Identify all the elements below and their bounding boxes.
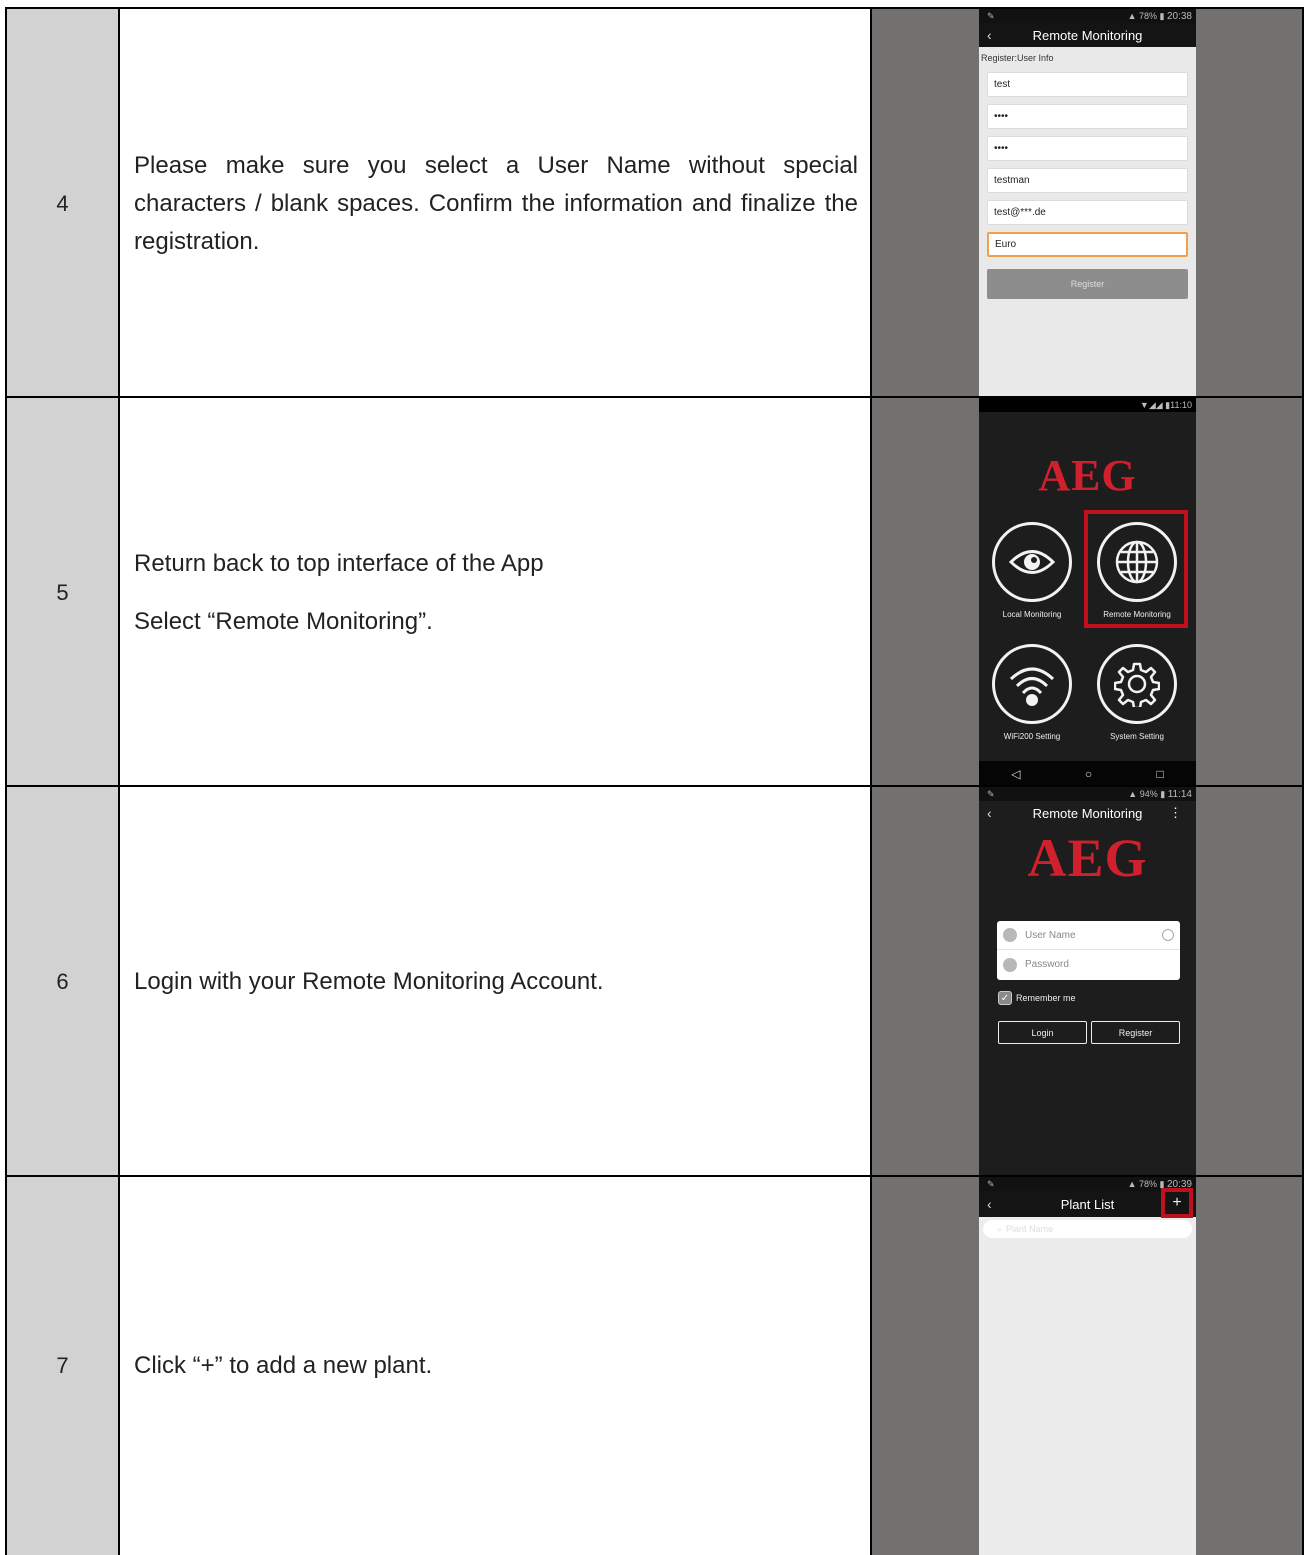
status-bar: ▼◢◢ ▮ 11:10 <box>979 398 1196 412</box>
checkmark-icon: ✓ <box>998 991 1012 1005</box>
app-title: Remote Monitoring <box>1032 805 1143 821</box>
add-plant-button[interactable]: + <box>1161 1188 1193 1218</box>
login-form: User Name Password <box>997 921 1180 980</box>
table-row: 5 Return back to top interface of the Ap… <box>5 396 1304 787</box>
tile-label: WiFi200 Setting <box>1003 732 1061 741</box>
phone-screenshot: ✎ ▲ 94% ▮ 11:14 ‹ Remote Monitoring ⋮ AE… <box>979 787 1196 1177</box>
username-field[interactable]: test <box>987 72 1188 97</box>
step-description: Click “+” to add a new plant. <box>120 1177 872 1555</box>
register-button[interactable]: Register <box>987 269 1188 299</box>
table-row: 7 Click “+” to add a new plant. ✎ ▲ 78% … <box>5 1175 1304 1555</box>
pencil-icon: ✎ <box>987 10 995 21</box>
remember-me-checkbox[interactable]: ✓ Remember me <box>998 991 1076 1005</box>
signal-icon: ▲ <box>1127 1178 1139 1189</box>
confirm-password-field[interactable]: •••• <box>987 136 1188 161</box>
screenshot-cell: ✎ ▲ 78% ▮ 20:39 ‹ Plant List + ⌕ Plant N… <box>872 1177 1304 1555</box>
search-icon: ⌕ <box>997 1223 1003 1234</box>
back-nav-icon[interactable]: ◁ <box>1011 767 1020 781</box>
screenshot-cell: ▼◢◢ ▮ 11:10 AEG Local Monitoring Remote … <box>872 398 1304 787</box>
app-bar: ‹ Remote Monitoring <box>979 23 1196 47</box>
remember-label: Remember me <box>1016 993 1076 1003</box>
phone-screenshot: ▼◢◢ ▮ 11:10 AEG Local Monitoring Remote … <box>979 398 1196 787</box>
aeg-logo: AEG <box>1027 828 1148 888</box>
gear-icon <box>1097 644 1177 724</box>
step-text: Please make sure you select a User Name … <box>134 151 858 255</box>
status-bar: ✎ ▲ 78% ▮ 20:38 <box>979 9 1196 23</box>
password-field[interactable]: •••• <box>987 104 1188 129</box>
step-description: Return back to top interface of the App … <box>120 398 872 787</box>
phone-screenshot: ✎ ▲ 78% ▮ 20:38 ‹ Remote Monitoring Regi… <box>979 9 1196 398</box>
battery-level: 78% <box>1138 10 1157 21</box>
name-field[interactable]: testman <box>987 168 1188 193</box>
aeg-logo: AEG <box>1038 451 1137 500</box>
status-time: 20:38 <box>1166 10 1192 22</box>
user-icon <box>1003 928 1017 942</box>
phone-screenshot: ✎ ▲ 78% ▮ 20:39 ‹ Plant List + ⌕ Plant N… <box>979 1177 1196 1555</box>
table-row: 4 Please make sure you select a User Nam… <box>5 7 1304 398</box>
wifi-icon <box>992 644 1072 724</box>
password-input[interactable]: Password <box>997 950 1180 979</box>
dropdown-icon[interactable] <box>1162 929 1174 941</box>
local-monitoring-tile[interactable]: Local Monitoring <box>987 522 1077 619</box>
table-row: 6 Login with your Remote Monitoring Acco… <box>5 785 1304 1177</box>
search-input[interactable]: ⌕ Plant Name <box>983 1220 1192 1238</box>
step-description: Login with your Remote Monitoring Accoun… <box>120 787 872 1177</box>
step-number: 5 <box>5 398 120 787</box>
currency-field[interactable]: Euro <box>987 232 1188 257</box>
app-bar: ‹ Remote Monitoring ⋮ <box>979 801 1196 825</box>
screenshot-cell: ✎ ▲ 78% ▮ 20:38 ‹ Remote Monitoring Regi… <box>872 9 1304 398</box>
status-time: 11:10 <box>1170 400 1192 410</box>
register-button[interactable]: Register <box>1091 1021 1180 1044</box>
more-icon[interactable]: ⋮ <box>1169 805 1182 821</box>
app-bar: ‹ Plant List + <box>979 1188 1196 1218</box>
tile-label: Local Monitoring <box>1002 610 1062 619</box>
step-text: Select “Remote Monitoring”. <box>134 607 433 635</box>
login-button[interactable]: Login <box>998 1021 1087 1044</box>
eye-icon <box>992 522 1072 602</box>
pencil-icon: ✎ <box>987 1178 995 1189</box>
highlight-box <box>1084 510 1188 628</box>
email-field[interactable]: test@***.de <box>987 200 1188 225</box>
lock-icon <box>1003 957 1017 972</box>
signal-icon: ▼◢◢ ▮ <box>1139 399 1171 410</box>
step-description: Please make sure you select a User Name … <box>120 9 872 398</box>
battery-level: 78% <box>1138 1178 1157 1189</box>
pencil-icon: ✎ <box>987 788 995 799</box>
section-label: Register:User Info <box>981 53 1054 63</box>
android-nav-bar: ◁ ○ □ <box>979 761 1196 787</box>
signal-icon: ▲ <box>1127 10 1139 21</box>
status-time: 11:14 <box>1167 788 1192 800</box>
recents-nav-icon[interactable]: □ <box>1157 767 1164 781</box>
battery-level: 94% <box>1139 788 1158 799</box>
step-number: 4 <box>5 9 120 398</box>
username-input[interactable]: User Name <box>997 921 1180 950</box>
status-bar: ✎ ▲ 94% ▮ 11:14 <box>979 787 1196 801</box>
step-text: Click “+” to add a new plant. <box>134 1352 433 1379</box>
search-placeholder: Plant Name <box>1006 1224 1054 1234</box>
username-placeholder: User Name <box>1025 929 1076 941</box>
signal-icon: ▲ <box>1128 788 1140 799</box>
wifi-setting-tile[interactable]: WiFi200 Setting <box>987 644 1077 741</box>
app-title: Remote Monitoring <box>1032 27 1143 43</box>
tile-label: System Setting <box>1110 732 1164 741</box>
menu-grid: Local Monitoring Remote Monitoring WiFi2… <box>979 510 1196 772</box>
password-placeholder: Password <box>1025 959 1069 970</box>
screenshot-cell: ✎ ▲ 94% ▮ 11:14 ‹ Remote Monitoring ⋮ AE… <box>872 787 1304 1177</box>
step-text: Login with your Remote Monitoring Accoun… <box>134 968 604 995</box>
instruction-table: 4 Please make sure you select a User Nam… <box>5 7 1304 1555</box>
step-number: 6 <box>5 787 120 1177</box>
home-nav-icon[interactable]: ○ <box>1085 767 1092 781</box>
step-text: Return back to top interface of the App <box>134 549 544 577</box>
step-number: 7 <box>5 1177 120 1555</box>
system-setting-tile[interactable]: System Setting <box>1092 644 1182 741</box>
